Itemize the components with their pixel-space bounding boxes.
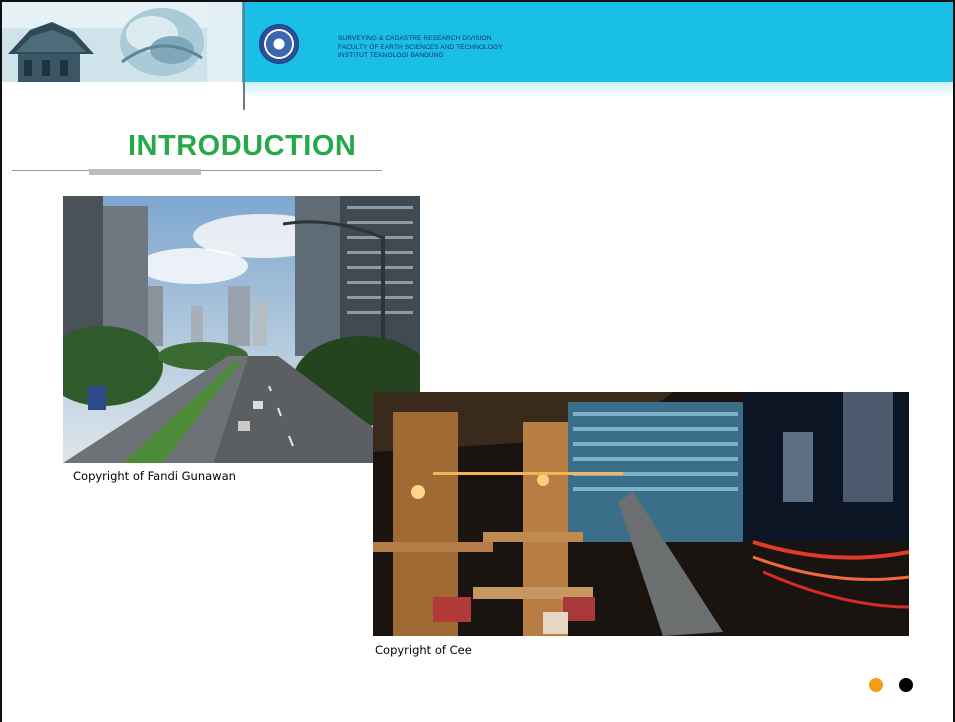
city-street-photo [63, 196, 420, 463]
black-dot [899, 678, 913, 692]
rooftop-cafe-photo [373, 392, 909, 636]
slide-title: INTRODUCTION [128, 130, 357, 162]
header-collage-image [2, 2, 242, 82]
header-divider [243, 2, 245, 110]
university-seal-icon [259, 24, 299, 64]
city-photo-caption: Copyright of Fandi Gunawan [73, 469, 236, 483]
cafe-photo-caption: Copyright of Cee [375, 643, 472, 657]
header-line-division: SURVEYING & CADASTRE RESEARCH DIVISION [338, 35, 492, 42]
title-accent-bar [89, 169, 201, 175]
orange-dot [869, 678, 883, 692]
header-line-institute: INSTITUT TEKNOLOGI BANDUNG [338, 52, 444, 59]
header-line-faculty: FACULTY OF EARTH SCIENCES AND TECHNOLOGY [338, 43, 503, 51]
slide: SURVEYING & CADASTRE RESEARCH DIVISION F… [0, 0, 955, 722]
slide-border-left [0, 0, 2, 722]
header-banner: SURVEYING & CADASTRE RESEARCH DIVISION F… [2, 2, 953, 110]
header-institution-text: SURVEYING & CADASTRE RESEARCH DIVISION F… [338, 35, 503, 61]
header-fade [242, 82, 953, 98]
